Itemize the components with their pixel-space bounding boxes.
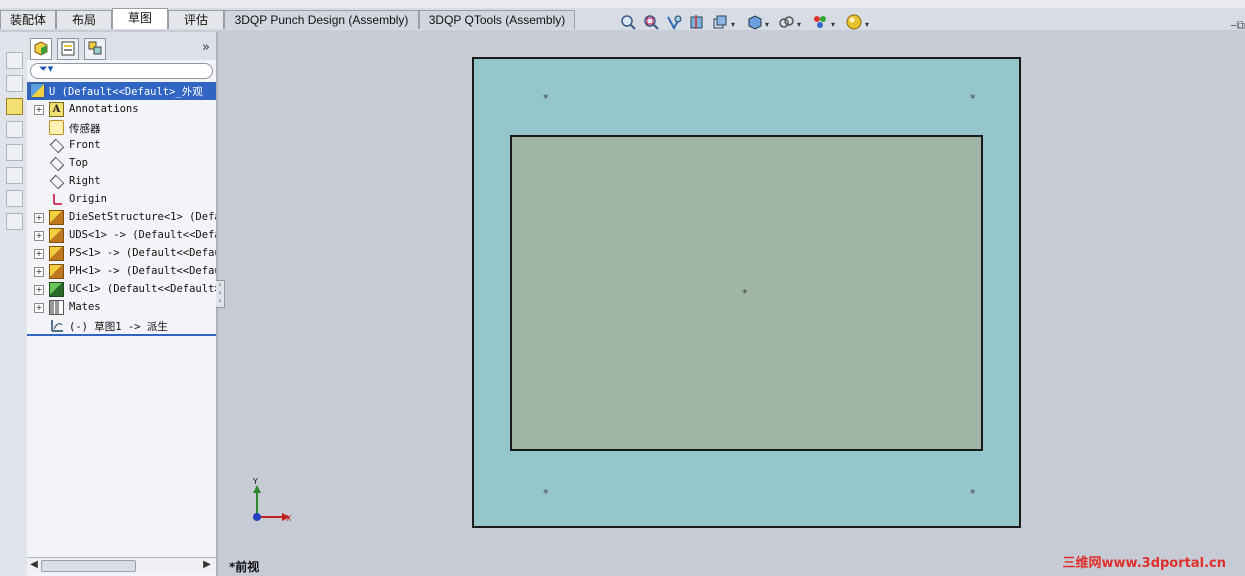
tree-item-ps[interactable]: + PS<1> -> (Default<<Defau [27, 245, 216, 263]
toolbar-icon-7[interactable] [6, 190, 23, 207]
tree-item-top-plane[interactable]: Top [27, 155, 216, 173]
tree-root-assembly[interactable]: U (Default<<Default>_外观 [27, 82, 216, 100]
configurationmanager-tab-icon[interactable] [84, 38, 106, 60]
apply-scene-icon[interactable]: ▾ [846, 14, 869, 30]
toolbar-icon-2[interactable] [6, 75, 23, 92]
tree-item-ph[interactable]: + PH<1> -> (Default<<Defau [27, 263, 216, 281]
watermark: 三维网www.3dportal.cn [1062, 556, 1226, 571]
sensor-icon [49, 120, 64, 135]
panel-tabs: » [27, 32, 216, 60]
tab-layout[interactable]: 布局 [56, 10, 112, 29]
expand-icon[interactable]: + [34, 267, 44, 277]
assembly-icon [30, 83, 45, 98]
view-orientation-icon[interactable]: ▾ [712, 14, 735, 30]
window-buttons[interactable]: –⧉ [1230, 18, 1245, 33]
expand-icon[interactable]: + [34, 285, 44, 295]
tree-item-uc[interactable]: + UC<1> (Default<<Default> [27, 281, 216, 299]
tree-item-front-plane[interactable]: Front [27, 137, 216, 155]
sketch-point[interactable]: * [543, 93, 549, 104]
tab-evaluate[interactable]: 评估 [168, 10, 224, 29]
expand-icon[interactable]: + [34, 231, 44, 241]
reference-triad: Y X [246, 477, 301, 527]
tab-assembly[interactable]: 装配体 [0, 10, 56, 29]
toolbar-icon-5[interactable] [6, 144, 23, 161]
panel-more-chevron-icon[interactable]: » [202, 40, 210, 55]
toolbar-icon-3[interactable] [6, 98, 23, 115]
tree-item-diesetstructure[interactable]: + DieSetStructure<1> (Defa [27, 209, 216, 227]
tree-item-annotations[interactable]: + A Annotations [27, 101, 216, 119]
tree-item-sensors[interactable]: 传感器 [27, 119, 216, 137]
plane-icon [49, 138, 64, 153]
toolbar-icon-4[interactable] [6, 121, 23, 138]
tab-3dqp-punch-design[interactable]: 3DQP Punch Design (Assembly) [224, 10, 419, 29]
annotations-icon: A [49, 102, 64, 117]
plane-icon [49, 174, 64, 189]
origin-icon [49, 192, 64, 207]
display-style-icon[interactable]: ▾ [746, 14, 769, 30]
tree-item-sketch1[interactable]: (-) 草图1 -> 派生 [27, 317, 216, 335]
triad-x-label: X [286, 514, 292, 523]
scroll-thumb[interactable] [41, 560, 136, 572]
scroll-left-arrow-icon[interactable]: ◀ [28, 559, 40, 571]
view-name-label: *前视 [229, 560, 260, 574]
sketch-point[interactable]: * [970, 488, 976, 499]
subassembly-icon [49, 246, 64, 261]
section-view-icon[interactable] [689, 14, 705, 30]
scroll-right-arrow-icon[interactable]: ▶ [201, 559, 213, 571]
previous-view-icon[interactable] [666, 14, 682, 31]
tree-filter-input[interactable]: ⏷▾ [30, 62, 213, 79]
triad-y-label: Y [252, 477, 258, 486]
featuremanager-tab-icon[interactable] [30, 38, 52, 60]
plane-icon [49, 156, 64, 171]
panel-collapse-handle[interactable]: ‹ ‹ ‹ [216, 280, 225, 308]
task-pane-toolbar [0, 32, 28, 576]
filter-icon[interactable]: ⏷▾ [39, 62, 53, 76]
tab-3dqp-qtools[interactable]: 3DQP QTools (Assembly) [419, 10, 575, 29]
expand-icon[interactable]: + [34, 105, 44, 115]
subassembly-icon [49, 264, 64, 279]
zoom-to-area-icon[interactable] [643, 14, 659, 30]
toolbar-icon-8[interactable] [6, 213, 23, 230]
tab-sketch[interactable]: 草图 [112, 8, 168, 29]
sketch-point[interactable]: * [742, 288, 748, 299]
mates-icon [49, 300, 64, 315]
expand-icon[interactable]: + [34, 213, 44, 223]
rollback-bar[interactable] [27, 334, 216, 336]
sketch-point[interactable]: * [543, 488, 549, 499]
expand-icon[interactable]: + [34, 249, 44, 259]
tree-item-uds[interactable]: + UDS<1> -> (Default<<Defa [27, 227, 216, 245]
subassembly-green-icon [49, 282, 64, 297]
feature-manager-panel: » ⏷▾ U (Default<<Default>_外观 + A Annotat… [27, 32, 218, 576]
tree-item-right-plane[interactable]: Right [27, 173, 216, 191]
toolbar-icon-6[interactable] [6, 167, 23, 184]
toolbar-icon-1[interactable] [6, 52, 23, 69]
hide-show-items-icon[interactable]: ▾ [778, 14, 801, 30]
sketch-icon [49, 318, 64, 333]
tree-horizontal-scrollbar[interactable]: ◀ ▶ [27, 557, 216, 574]
tree-item-origin[interactable]: Origin [27, 191, 216, 209]
tree-item-mates[interactable]: + Mates [27, 299, 216, 317]
sketch-point[interactable]: * [970, 93, 976, 104]
zoom-to-fit-icon[interactable] [620, 14, 636, 30]
propertymanager-tab-icon[interactable] [57, 38, 79, 60]
edit-appearance-icon[interactable]: ▾ [812, 14, 835, 30]
subassembly-icon [49, 228, 64, 243]
subassembly-icon [49, 210, 64, 225]
expand-icon[interactable]: + [34, 303, 44, 313]
